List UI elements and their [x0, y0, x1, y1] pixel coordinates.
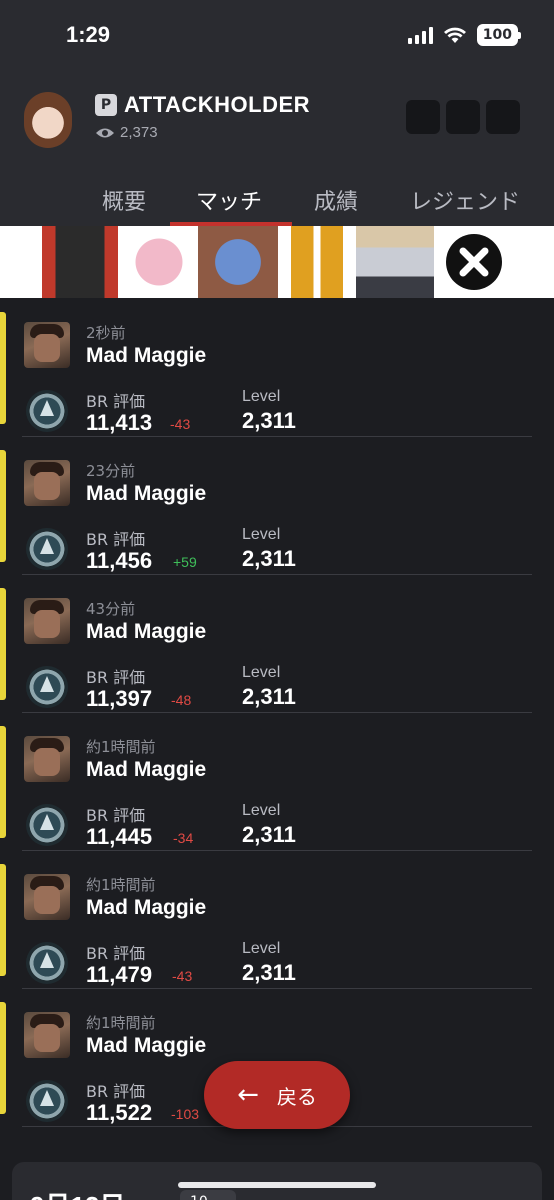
battery-icon: 100	[476, 24, 522, 46]
wifi-icon	[443, 27, 466, 43]
match-row[interactable]: 43分前 Mad Maggie BR 評価 11,397 -48 Level 2…	[0, 574, 554, 713]
br-value: 11,456	[86, 548, 153, 573]
tab-overview[interactable]: 概要	[102, 184, 146, 216]
br-value: 11,397	[86, 686, 153, 711]
level-value: 2,311	[242, 408, 296, 433]
legend-portrait	[24, 1012, 70, 1058]
tab-legends[interactable]: レジェンド	[410, 184, 520, 216]
level-label: Level	[242, 664, 281, 681]
username: ATTACKHOLDER	[124, 92, 311, 117]
legend-portrait	[24, 736, 70, 782]
tab-stats[interactable]: 成績	[314, 184, 358, 216]
br-delta: -34	[173, 830, 194, 846]
eye-icon	[96, 128, 114, 138]
ad-banner[interactable]	[0, 226, 554, 298]
match-time-ago: 43分前	[86, 600, 136, 618]
level-label: Level	[242, 940, 281, 957]
match-row[interactable]: 2秒前 Mad Maggie BR 評価 11,413 -43 Level 2,…	[0, 298, 554, 437]
match-time-ago: 約1時間前	[86, 1014, 156, 1032]
date-section-card: 9月12日 10	[12, 1162, 542, 1200]
match-time-ago: 23分前	[86, 462, 136, 480]
status-bar: 1:29 100	[0, 0, 554, 74]
br-delta: -48	[171, 692, 192, 708]
match-time-ago: 約1時間前	[86, 876, 156, 894]
section-date: 9月12日	[30, 1186, 125, 1200]
header-action-button-2[interactable]	[446, 100, 480, 134]
rank-icon	[26, 1080, 68, 1122]
br-label: BR 評価	[86, 530, 146, 549]
legend-portrait	[24, 460, 70, 506]
back-button-label: 戻る	[276, 1084, 317, 1109]
profile-header: P ATTACKHOLDER 2,373 概要 マッチ 成績 レジェンド	[0, 74, 554, 226]
match-row[interactable]: 23分前 Mad Maggie BR 評価 11,456 +59 Level 2…	[0, 436, 554, 575]
cellular-signal-icon	[407, 26, 433, 44]
rank-icon	[26, 804, 68, 846]
rank-icon	[26, 390, 68, 432]
level-value: 2,311	[242, 546, 296, 571]
section-chip[interactable]: 10	[180, 1190, 236, 1200]
header-action-button-1[interactable]	[406, 100, 440, 134]
match-row[interactable]: 約1時間前 Mad Maggie BR 評価 11,445 -34 Level …	[0, 712, 554, 851]
match-accent-bar	[0, 1002, 6, 1114]
tab-bar: 概要 マッチ 成績 レジェンド	[0, 180, 554, 226]
level-label: Level	[242, 802, 281, 819]
match-accent-bar	[0, 450, 6, 562]
legend-portrait	[24, 874, 70, 920]
match-accent-bar	[0, 864, 6, 976]
br-label: BR 評価	[86, 806, 146, 825]
legend-name: Mad Maggie	[86, 896, 207, 919]
legend-portrait	[24, 598, 70, 644]
rank-icon	[26, 528, 68, 570]
legend-name: Mad Maggie	[86, 344, 207, 367]
br-label: BR 評価	[86, 392, 146, 411]
ad-item-vape[interactable]	[280, 226, 354, 298]
rank-icon	[26, 666, 68, 708]
br-delta: -43	[172, 968, 193, 984]
legend-portrait	[24, 322, 70, 368]
br-delta: +59	[173, 554, 197, 570]
legend-name: Mad Maggie	[86, 1034, 207, 1057]
br-label: BR 評価	[86, 944, 146, 963]
tab-matches[interactable]: マッチ	[196, 184, 262, 216]
br-delta: -103	[171, 1106, 200, 1122]
match-accent-bar	[0, 726, 6, 838]
br-value: 11,413	[86, 410, 153, 435]
match-row[interactable]: 約1時間前 Mad Maggie BR 評価 11,479 -43 Level …	[0, 850, 554, 989]
header-action-button-3[interactable]	[486, 100, 520, 134]
arrow-left-icon: ←	[237, 1080, 259, 1110]
legend-name: Mad Maggie	[86, 482, 207, 505]
level-value: 2,311	[242, 960, 296, 985]
match-accent-bar	[0, 588, 6, 700]
status-icons: 100	[407, 24, 522, 46]
back-button[interactable]: ← 戻る	[204, 1061, 350, 1129]
match-accent-bar	[0, 312, 6, 424]
view-count: 2,373	[120, 124, 158, 141]
br-delta: -43	[170, 416, 191, 432]
ad-item-badge[interactable]	[198, 226, 278, 298]
level-label: Level	[242, 526, 281, 543]
ad-item-figure[interactable]	[356, 226, 434, 298]
br-value: 11,522	[86, 1100, 153, 1125]
avatar[interactable]	[24, 92, 72, 148]
br-label: BR 評価	[86, 1082, 146, 1101]
br-label: BR 評価	[86, 668, 146, 687]
br-value: 11,445	[86, 824, 153, 849]
match-time-ago: 2秒前	[86, 324, 126, 342]
ad-item-sticker[interactable]	[122, 226, 196, 298]
legend-name: Mad Maggie	[86, 758, 207, 781]
match-time-ago: 約1時間前	[86, 738, 156, 756]
ad-close-icon[interactable]	[436, 226, 512, 298]
rank-icon	[26, 942, 68, 984]
ad-item-switch[interactable]	[42, 226, 118, 298]
level-label: Level	[242, 388, 281, 405]
home-indicator[interactable]	[178, 1182, 376, 1188]
br-value: 11,479	[86, 962, 153, 987]
level-value: 2,311	[242, 684, 296, 709]
legend-name: Mad Maggie	[86, 620, 207, 643]
playstation-icon: P	[95, 94, 117, 116]
status-time: 1:29	[66, 22, 111, 47]
level-value: 2,311	[242, 822, 296, 847]
